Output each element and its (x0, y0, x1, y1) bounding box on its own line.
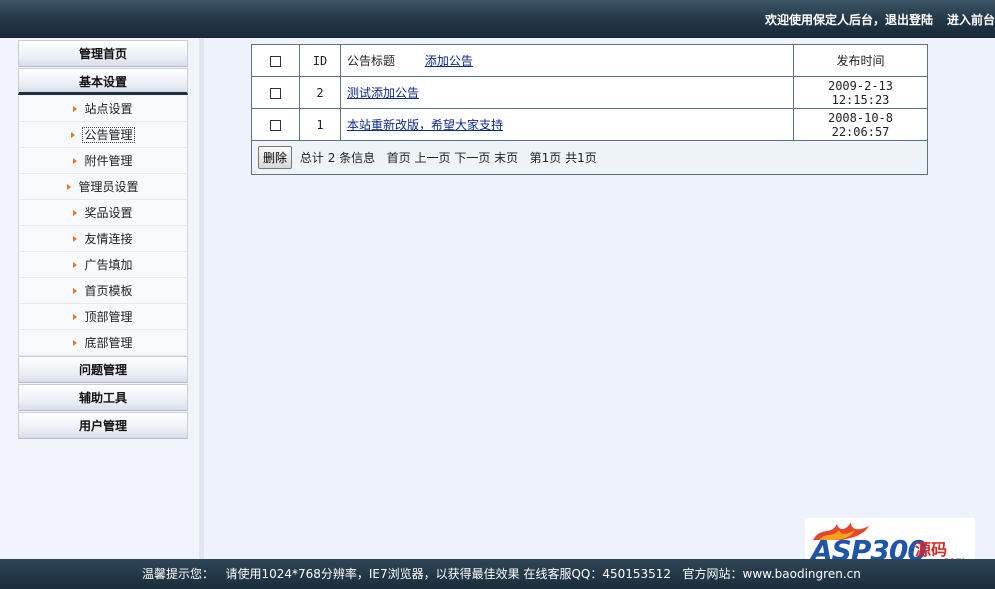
arrow-icon (73, 288, 78, 294)
sidebar-item-label: 首页模板 (84, 284, 133, 298)
sidebar-item-label: 公告管理 (82, 127, 135, 143)
sidebar-cat-basic-settings[interactable]: 基本设置 (18, 68, 188, 95)
pager-row: 删除 总计 2 条信息 首页 上一页 下一页 末页 第1页 共1页 (251, 140, 928, 175)
sidebar-item-ads[interactable]: 广告填加 (18, 252, 188, 278)
sidebar-cat-users[interactable]: 用户管理 (18, 412, 188, 439)
arrow-icon (73, 340, 78, 346)
pager-next[interactable]: 下一页 (454, 151, 490, 165)
sidebar-cat-questions[interactable]: 问题管理 (18, 356, 188, 383)
sidebar-item-label: 底部管理 (84, 336, 133, 350)
header-time: 发布时间 (793, 44, 928, 77)
total-prefix: 总计 (299, 151, 324, 165)
pager-current: 第1页 (529, 151, 562, 165)
arrow-icon (71, 132, 76, 138)
announcement-title-link[interactable]: 测试添加公告 (347, 86, 419, 100)
row-time: 2008-10-8 22:06:57 (793, 108, 928, 141)
pager-first[interactable]: 首页 (387, 151, 411, 165)
arrow-icon (73, 210, 78, 216)
sidebar-item-label: 管理员设置 (78, 180, 139, 194)
announcement-title-link[interactable]: 本站重新改版，希望大家支持 (347, 118, 503, 132)
sidebar-item-attachments[interactable]: 附件管理 (18, 148, 188, 174)
arrow-icon (73, 262, 78, 268)
row-select-cell (251, 108, 300, 141)
sidebar-item-label: 站点设置 (84, 102, 133, 116)
row-id: 1 (299, 108, 341, 141)
delete-button[interactable]: 删除 (258, 146, 293, 169)
arrow-icon (73, 106, 78, 112)
announcement-table: ID 公告标题 添加公告 发布时间 2 测试添加公告 2009-2-13 12:… (251, 44, 928, 175)
sidebar-item-bottom-manage[interactable]: 底部管理 (18, 330, 188, 356)
header-title: 公告标题 (347, 54, 396, 68)
header-title-cell: 公告标题 添加公告 (340, 44, 794, 77)
welcome-text: 欢迎使用保定人后台， (764, 13, 885, 27)
arrow-icon (73, 236, 78, 242)
row-checkbox[interactable] (270, 87, 281, 99)
sidebar-item-prizes[interactable]: 奖品设置 (18, 200, 188, 226)
sidebar-item-label: 顶部管理 (84, 310, 133, 324)
sidebar-item-label: 附件管理 (84, 154, 133, 168)
row-time: 2009-2-13 12:15:23 (793, 76, 928, 109)
table-header-row: ID 公告标题 添加公告 发布时间 (251, 44, 928, 77)
sidebar-item-home-template[interactable]: 首页模板 (18, 278, 188, 304)
sidebar-cat-tools[interactable]: 辅助工具 (18, 384, 188, 411)
top-header-bar: 欢迎使用保定人后台，退出登陆 进入前台 (0, 0, 995, 38)
sidebar: 管理首页 基本设置 站点设置 公告管理 附件管理 管理员设置 奖品设置 友情连接… (0, 38, 204, 559)
pager-cell: 删除 总计 2 条信息 首页 上一页 下一页 末页 第1页 共1页 (251, 140, 928, 175)
frontend-link[interactable]: 进入前台 (947, 11, 995, 28)
row-title-cell: 本站重新改版，希望大家支持 (340, 108, 794, 141)
row-title-cell: 测试添加公告 (340, 76, 794, 109)
row-select-cell (251, 76, 300, 109)
announcement-list: ID 公告标题 添加公告 发布时间 2 测试添加公告 2009-2-13 12:… (251, 44, 928, 175)
pager-prev[interactable]: 上一页 (414, 151, 450, 165)
sidebar-cat-home[interactable]: 管理首页 (18, 40, 188, 67)
add-announcement-link[interactable]: 添加公告 (425, 54, 473, 68)
pager-pages: 共1页 (565, 151, 597, 165)
select-all-cell (251, 44, 300, 77)
sidebar-item-label: 奖品设置 (84, 206, 133, 220)
header-links: 欢迎使用保定人后台，退出登陆 进入前台 (765, 11, 995, 28)
arrow-icon (73, 314, 78, 320)
select-all-checkbox[interactable] (270, 55, 281, 67)
arrow-icon (67, 184, 72, 190)
row-checkbox[interactable] (270, 119, 281, 131)
sidebar-menu: 管理首页 基本设置 站点设置 公告管理 附件管理 管理员设置 奖品设置 友情连接… (18, 40, 188, 440)
sidebar-item-label: 友情连接 (84, 232, 133, 246)
row-id: 2 (299, 76, 341, 109)
logout-link[interactable]: 退出登陆 (885, 11, 933, 28)
total-suffix: 条信息 (339, 151, 376, 165)
total-count: 2 (327, 151, 336, 165)
footer-tip: 温馨提示您： 请使用1024*768分辨率，IE7浏览器，以获得最佳效果 在线客… (142, 567, 861, 581)
footer-bar: 温馨提示您： 请使用1024*768分辨率，IE7浏览器，以获得最佳效果 在线客… (0, 559, 995, 589)
table-row: 2 测试添加公告 2009-2-13 12:15:23 (251, 76, 928, 109)
sidebar-item-top-manage[interactable]: 顶部管理 (18, 304, 188, 330)
table-row: 1 本站重新改版，希望大家支持 2008-10-8 22:06:57 (251, 108, 928, 141)
sidebar-item-friend-links[interactable]: 友情连接 (18, 226, 188, 252)
header-id: ID (299, 44, 341, 77)
sidebar-item-admin-settings[interactable]: 管理员设置 (18, 174, 188, 200)
sidebar-item-site-settings[interactable]: 站点设置 (18, 96, 188, 122)
sidebar-item-label: 广告填加 (84, 258, 133, 272)
pager-last[interactable]: 末页 (494, 151, 518, 165)
arrow-icon (73, 158, 78, 164)
sidebar-item-announcements[interactable]: 公告管理 (18, 122, 188, 148)
